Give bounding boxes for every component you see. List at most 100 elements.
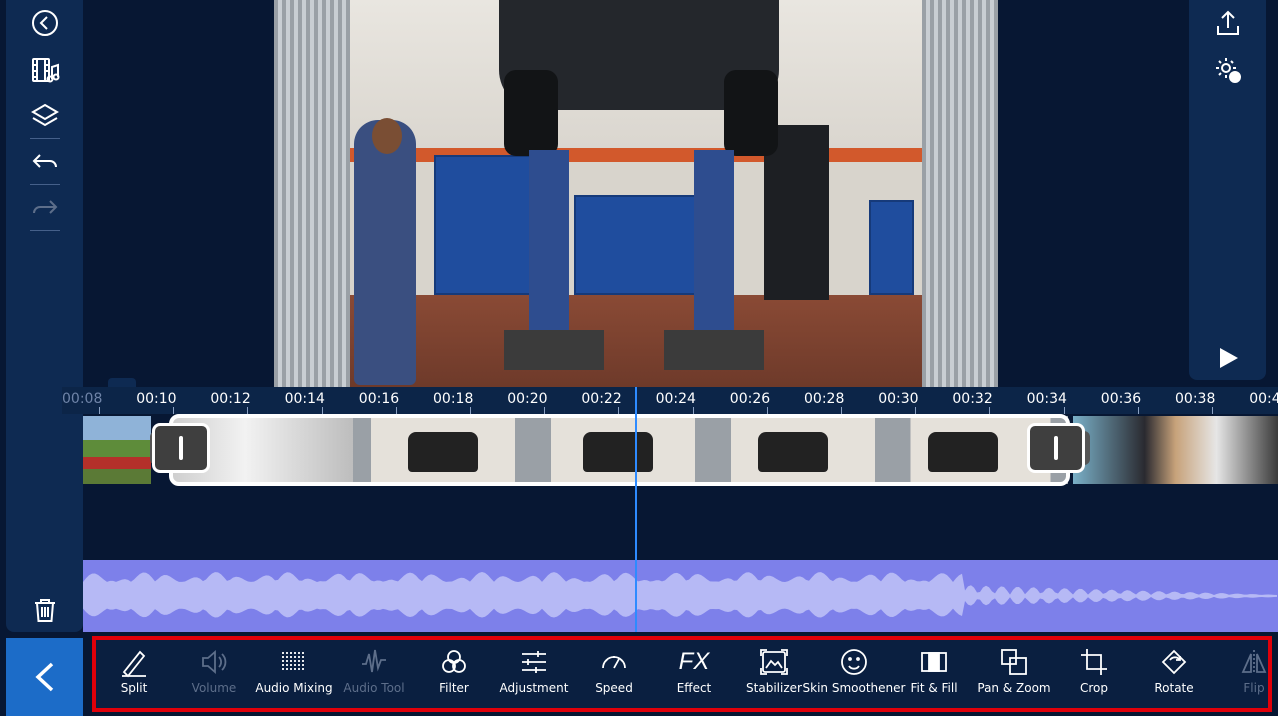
tool-skin-smoothener[interactable]: Skin Smoothener <box>803 646 905 708</box>
timeline-tick-label: 00:22 <box>581 391 622 407</box>
timeline-tick-label: 00:34 <box>1026 391 1067 407</box>
timeline-tick-label: 00:12 <box>210 391 251 407</box>
tool-speed[interactable]: Speed <box>574 646 654 708</box>
timeline-tick-label: 00:20 <box>507 391 548 407</box>
audio-tool-icon <box>362 649 386 673</box>
fx-icon: FX <box>678 648 710 675</box>
tool-label: Stabilizer <box>746 681 802 695</box>
trim-handle-left[interactable] <box>152 423 210 473</box>
timeline-tick-label: 00:26 <box>729 391 771 407</box>
stabilizer-icon <box>760 649 788 675</box>
tool-label: Rotate <box>1154 681 1194 695</box>
speed-gauge-icon <box>602 656 626 669</box>
tool-label: Effect <box>676 681 712 695</box>
video-preview[interactable] <box>274 0 998 387</box>
undo-icon[interactable] <box>6 142 83 182</box>
timeline-tick-mark <box>99 407 100 414</box>
tool-fit-fill[interactable]: Fit & Fill <box>894 646 974 708</box>
tool-flip[interactable]: Flip <box>1214 646 1268 708</box>
timeline-tick-mark <box>989 407 991 414</box>
settings-help-icon[interactable] <box>1189 50 1266 90</box>
tool-rotate[interactable]: Rotate <box>1134 646 1214 708</box>
trim-handle-right[interactable] <box>1027 423 1085 473</box>
tool-label: Flip <box>1243 681 1265 695</box>
timeline-tick-mark <box>395 407 397 414</box>
tool-label: Audio Tool <box>343 681 405 695</box>
split-pen-icon <box>122 650 146 678</box>
clip-thumbnail[interactable] <box>83 416 151 484</box>
tool-adjustment[interactable]: Adjustment <box>494 646 574 708</box>
play-icon[interactable] <box>1189 338 1266 378</box>
timeline-tick-label: 00:32 <box>952 391 993 407</box>
timeline-tick-mark <box>470 407 471 414</box>
left-toolbar <box>6 0 83 632</box>
timeline-tick-label: 00:08 <box>62 391 103 407</box>
tool-label: Skin Smoothener <box>802 681 906 695</box>
tool-pan-zoom[interactable]: Pan & Zoom <box>974 646 1054 708</box>
right-toolbar <box>1189 0 1266 380</box>
redo-icon[interactable] <box>6 188 83 228</box>
tool-label: Volume <box>191 681 237 695</box>
adjustment-sliders-icon <box>522 651 546 673</box>
timeline-tick-mark <box>692 407 694 414</box>
tool-label: Fit & Fill <box>910 681 958 695</box>
timeline-tick-label: 00:36 <box>1100 391 1142 407</box>
timeline-tick-mark <box>173 407 175 414</box>
tool-label: Speed <box>595 681 633 695</box>
audio-waveform <box>83 572 1277 618</box>
tool-split[interactable]: Split <box>96 646 174 708</box>
timeline-tick-label: 00:14 <box>284 391 325 407</box>
video-editor: 00:08 00:10 00:12 00:14 00:16 00:18 00:20 00:22… <box>0 0 1278 716</box>
timeline-tick-label: 00:24 <box>655 391 696 407</box>
timeline-tick-mark <box>618 407 620 414</box>
export-share-icon[interactable] <box>1189 3 1266 43</box>
timeline-tick-label: 00:10 <box>136 391 177 407</box>
timeline-tick-mark <box>766 407 768 414</box>
skin-smoothener-icon <box>841 649 867 675</box>
tool-audio-tool[interactable]: Audio Tool <box>334 646 414 708</box>
layers-icon[interactable] <box>6 96 83 136</box>
media-music-icon[interactable] <box>6 50 83 90</box>
audio-track[interactable] <box>83 560 1278 632</box>
timeline-tick-mark <box>1063 407 1065 414</box>
tool-filter[interactable]: Filter <box>414 646 494 708</box>
selected-clip-frame[interactable] <box>169 414 1070 486</box>
playhead[interactable] <box>635 387 637 632</box>
delete-trash-icon[interactable] <box>6 590 83 630</box>
tool-label: Pan & Zoom <box>977 681 1051 695</box>
tool-label: Adjustment <box>499 681 569 695</box>
tool-audio-mixing[interactable]: Audio Mixing <box>254 646 334 708</box>
tool-label: Filter <box>439 681 469 695</box>
tool-volume[interactable]: Volume <box>174 646 254 708</box>
timeline-tick-mark <box>247 407 249 414</box>
timeline-tick-label: 00:38 <box>1175 391 1216 407</box>
pan-zoom-icon <box>1001 649 1027 675</box>
filter-icon <box>442 650 466 673</box>
timeline-tick-mark <box>321 407 323 414</box>
timeline-tick-label: 00:16 <box>358 391 400 407</box>
crop-icon <box>1081 649 1107 675</box>
timeline-tick-mark <box>1212 407 1213 414</box>
back-circle-icon[interactable] <box>6 3 83 43</box>
clip-thumbnail[interactable] <box>1073 416 1278 484</box>
timeline-tick-label: 00:4 <box>1249 391 1278 407</box>
timeline-tick-label: 00:30 <box>878 391 919 407</box>
rotate-icon <box>1161 649 1187 675</box>
collapse-back-button[interactable] <box>6 638 83 716</box>
timeline-ruler[interactable]: 00:08 00:10 00:12 00:14 00:16 00:18 00:20 00:22… <box>62 387 1278 414</box>
flip-icon <box>1241 650 1267 674</box>
timeline-tick-mark <box>544 407 546 414</box>
tool-label: Split <box>120 681 148 695</box>
tool-label: Audio Mixing <box>255 681 333 695</box>
timeline-tick-label: 00:28 <box>804 391 845 407</box>
volume-icon <box>202 650 227 674</box>
timeline-tick-mark <box>915 407 917 414</box>
timeline-tick-mark <box>1137 407 1139 414</box>
fit-fill-icon <box>921 652 947 672</box>
tool-crop[interactable]: Crop <box>1054 646 1134 708</box>
audio-mixing-icon <box>282 652 304 672</box>
tool-stabilizer[interactable]: Stabilizer <box>734 646 814 708</box>
timeline-tick-label: 00:18 <box>433 391 474 407</box>
tool-effect[interactable]: FX Effect <box>654 646 734 708</box>
tool-label: Crop <box>1079 681 1108 695</box>
